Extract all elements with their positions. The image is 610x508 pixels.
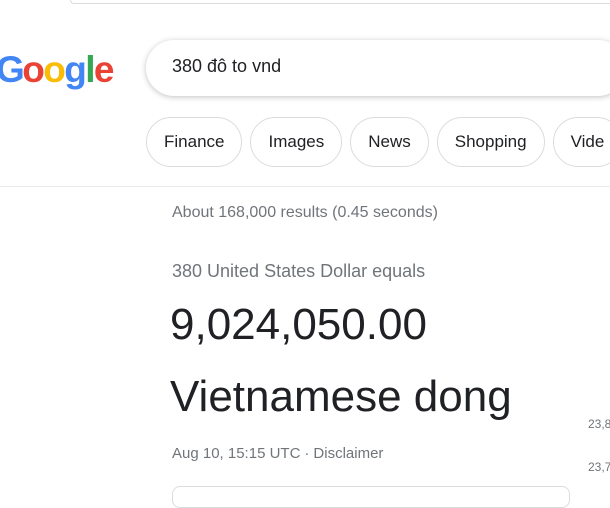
chart-axis-value: 23,7 [588, 460, 610, 474]
chip-finance[interactable]: Finance [146, 117, 243, 167]
chip-images[interactable]: Images [250, 117, 343, 167]
logo-letter-g-partial: G [0, 49, 25, 90]
converter-source-text: 380 United States Dollar equals [172, 261, 426, 281]
converter-timestamp: Aug 10, 15:15 UTC [172, 445, 301, 462]
search-box[interactable]: 380 đô to vnd [146, 40, 610, 96]
chart-axis-value: 23,8 [588, 417, 610, 431]
header-divider [0, 186, 610, 187]
result-stats: About 168,000 results (0.45 seconds) [172, 204, 438, 221]
logo-letter: e [93, 49, 115, 90]
search-input[interactable]: 380 đô to vnd [172, 56, 281, 77]
logo-letter: o [43, 49, 66, 90]
converter-amount: 9,024,050.00 [170, 300, 427, 349]
logo-letter: g [64, 49, 87, 90]
converter-card-edge [172, 486, 570, 508]
converter-meta: Aug 10, 15:15 UTC · Disclaimer [172, 445, 383, 462]
disclaimer-link[interactable]: Disclaimer [313, 445, 383, 462]
converter-currency: Vietnamese dong [170, 372, 512, 421]
chip-news[interactable]: News [350, 117, 429, 167]
logo-letter: o [22, 49, 45, 90]
logo-letter: l [85, 49, 95, 90]
chip-shopping[interactable]: Shopping [436, 117, 545, 167]
google-logo[interactable]: Google [0, 49, 115, 90]
chip-videos[interactable]: Vide [552, 117, 610, 167]
meta-separator: · [304, 445, 310, 462]
top-frame-edge [70, 0, 610, 4]
search-filter-chips: Finance Images News Shopping Vide [146, 117, 610, 167]
